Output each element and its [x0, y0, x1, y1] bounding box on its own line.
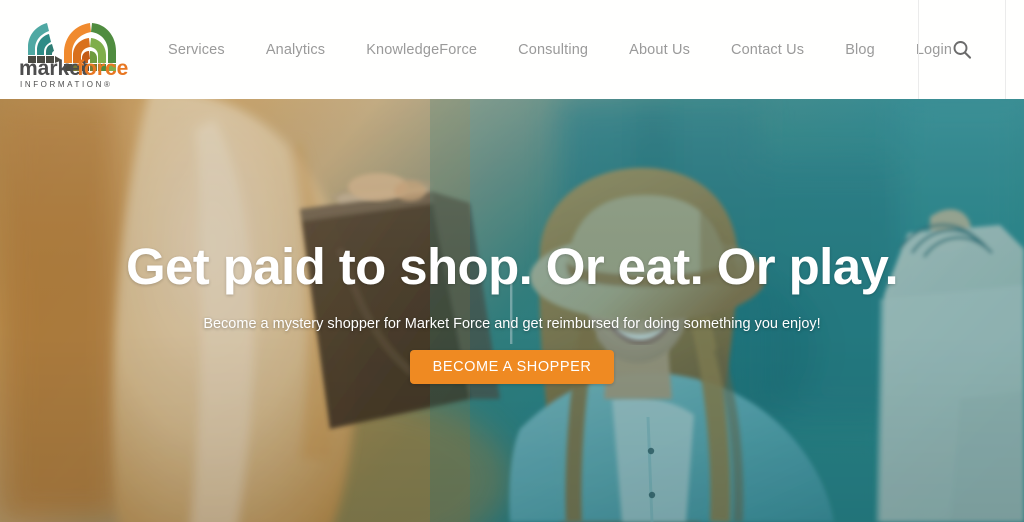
hero-title: Get paid to shop. Or eat. Or play.: [125, 238, 899, 295]
nav-item-contact-us[interactable]: Contact Us: [731, 36, 804, 64]
site-header: market force INFORMATION® Services Analy…: [0, 0, 1024, 99]
nav-item-analytics[interactable]: Analytics: [266, 36, 325, 64]
nav-item-consulting[interactable]: Consulting: [518, 36, 588, 64]
nav-item-knowledgeforce[interactable]: KnowledgeForce: [366, 36, 477, 64]
nav-item-services[interactable]: Services: [168, 36, 225, 64]
logo-wordmark-accent: force: [77, 57, 128, 80]
primary-navigation: Services Analytics KnowledgeForce Consul…: [168, 0, 952, 99]
search-button[interactable]: [919, 0, 1005, 99]
hero-content: Get paid to shop. Or eat. Or play. Becom…: [0, 99, 1024, 522]
marketforce-logo-icon: market force INFORMATION®: [19, 23, 128, 89]
site-logo[interactable]: market force INFORMATION®: [14, 9, 132, 91]
hero-banner: Get paid to shop. Or eat. Or play. Becom…: [0, 99, 1024, 522]
hero-subtitle: Become a mystery shopper for Market Forc…: [203, 316, 821, 332]
nav-item-blog[interactable]: Blog: [845, 36, 875, 64]
header-divider-right: [1005, 0, 1006, 99]
search-icon: [953, 40, 972, 59]
become-a-shopper-button[interactable]: BECOME A SHOPPER: [409, 350, 615, 384]
page-root: market force INFORMATION® Services Analy…: [0, 0, 1024, 522]
nav-item-about-us[interactable]: About Us: [629, 36, 690, 64]
logo-tagline: INFORMATION®: [20, 80, 113, 89]
